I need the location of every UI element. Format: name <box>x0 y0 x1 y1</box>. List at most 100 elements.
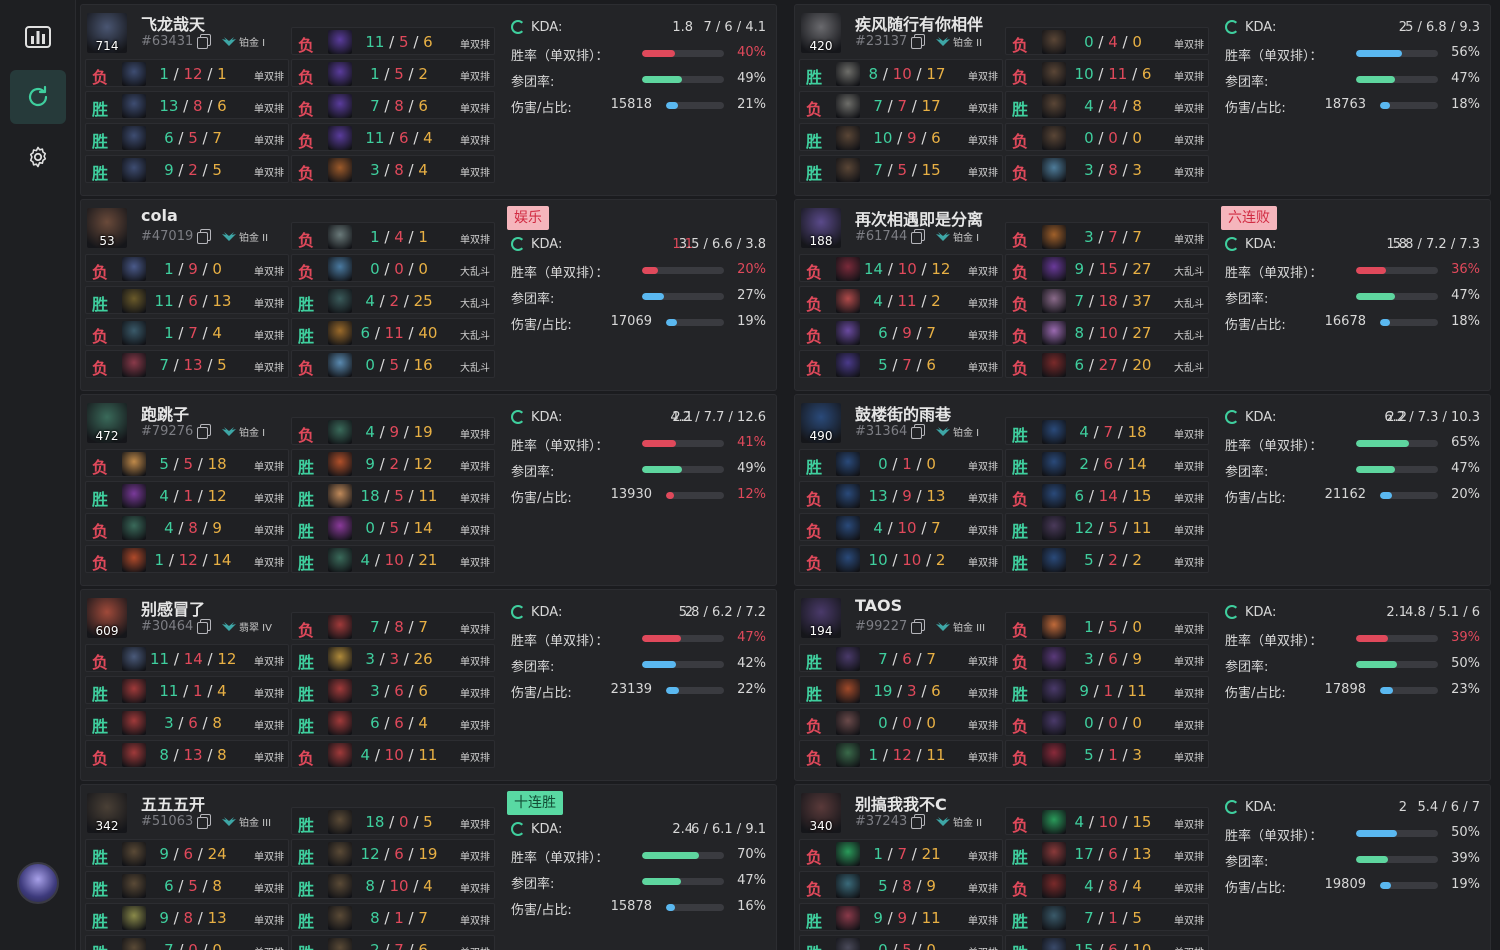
player-avatar[interactable]: 53 <box>87 208 127 248</box>
match-row[interactable]: 胜 9 / 2 / 12 单双排 <box>291 449 495 477</box>
match-row[interactable]: 负 1 / 12 / 11 单双排 <box>799 740 1003 768</box>
copy-icon[interactable] <box>197 424 211 439</box>
settings-button[interactable] <box>10 130 66 184</box>
player-avatar[interactable]: 472 <box>87 403 127 443</box>
match-row[interactable]: 负 7 / 7 / 17 单双排 <box>799 91 1003 119</box>
copy-icon[interactable] <box>197 229 211 244</box>
avatar[interactable] <box>17 862 59 904</box>
match-row[interactable]: 胜 6 / 5 / 8 单双排 <box>85 871 289 899</box>
match-row[interactable]: 负 0 / 5 / 16 大乱斗 <box>291 350 495 378</box>
copy-icon[interactable] <box>197 34 211 49</box>
match-row[interactable]: 负 0 / 0 / 0 单双排 <box>799 708 1003 736</box>
match-row[interactable]: 胜 2 / 7 / 6 单双排 <box>291 935 495 950</box>
match-row[interactable]: 胜 9 / 9 / 11 单双排 <box>799 903 1003 931</box>
match-row[interactable]: 胜 3 / 6 / 8 单双排 <box>85 708 289 736</box>
match-row[interactable]: 胜 19 / 3 / 6 单双排 <box>799 676 1003 704</box>
match-row[interactable]: 负 4 / 8 / 9 单双排 <box>85 513 289 541</box>
match-row[interactable]: 负 7 / 8 / 7 单双排 <box>291 612 495 640</box>
match-row[interactable]: 胜 13 / 8 / 6 单双排 <box>85 91 289 119</box>
match-row[interactable]: 负 5 / 8 / 9 单双排 <box>799 871 1003 899</box>
match-row[interactable]: 负 8 / 13 / 8 单双排 <box>85 740 289 768</box>
match-row[interactable]: 负 1 / 12 / 1 单双排 <box>85 59 289 87</box>
refresh-button[interactable] <box>10 70 66 124</box>
match-row[interactable]: 负 4 / 10 / 11 单双排 <box>291 740 495 768</box>
match-row[interactable]: 负 3 / 8 / 4 单双排 <box>291 155 495 183</box>
match-row[interactable]: 胜 4 / 10 / 21 单双排 <box>291 545 495 573</box>
match-row[interactable]: 负 1 / 5 / 0 单双排 <box>1005 612 1209 640</box>
match-row[interactable]: 胜 6 / 5 / 7 单双排 <box>85 123 289 151</box>
match-row[interactable]: 负 1 / 12 / 14 单双排 <box>85 545 289 573</box>
match-row[interactable]: 负 0 / 4 / 0 单双排 <box>1005 27 1209 55</box>
match-row[interactable]: 负 7 / 18 / 37 大乱斗 <box>1005 286 1209 314</box>
match-row[interactable]: 胜 7 / 1 / 5 单双排 <box>1005 903 1209 931</box>
match-row[interactable]: 负 13 / 9 / 13 单双排 <box>799 481 1003 509</box>
copy-icon[interactable] <box>197 619 211 634</box>
copy-icon[interactable] <box>911 229 925 244</box>
match-row[interactable]: 胜 4 / 2 / 25 大乱斗 <box>291 286 495 314</box>
match-row[interactable]: 负 11 / 5 / 6 单双排 <box>291 27 495 55</box>
match-row[interactable]: 胜 8 / 1 / 7 单双排 <box>291 903 495 931</box>
match-row[interactable]: 胜 8 / 10 / 4 单双排 <box>291 871 495 899</box>
match-row[interactable]: 负 14 / 10 / 12 单双排 <box>799 254 1003 282</box>
match-row[interactable]: 胜 12 / 5 / 11 单双排 <box>1005 513 1209 541</box>
match-row[interactable]: 胜 4 / 1 / 12 单双排 <box>85 481 289 509</box>
match-row[interactable]: 胜 4 / 7 / 18 单双排 <box>1005 417 1209 445</box>
stats-button[interactable] <box>10 10 66 64</box>
match-row[interactable]: 负 7 / 8 / 6 单双排 <box>291 91 495 119</box>
match-row[interactable]: 胜 11 / 1 / 4 单双排 <box>85 676 289 704</box>
match-row[interactable]: 胜 17 / 6 / 13 单双排 <box>1005 839 1209 867</box>
match-row[interactable]: 负 3 / 8 / 3 单双排 <box>1005 155 1209 183</box>
match-row[interactable]: 负 3 / 7 / 7 单双排 <box>1005 222 1209 250</box>
player-avatar[interactable]: 188 <box>801 208 841 248</box>
match-row[interactable]: 胜 6 / 11 / 40 大乱斗 <box>291 318 495 346</box>
match-row[interactable]: 胜 5 / 2 / 2 单双排 <box>1005 545 1209 573</box>
match-row[interactable]: 负 4 / 10 / 7 单双排 <box>799 513 1003 541</box>
match-row[interactable]: 胜 7 / 6 / 7 单双排 <box>799 644 1003 672</box>
match-row[interactable]: 胜 12 / 6 / 19 单双排 <box>291 839 495 867</box>
match-row[interactable]: 负 9 / 15 / 27 大乱斗 <box>1005 254 1209 282</box>
match-row[interactable]: 负 4 / 9 / 19 单双排 <box>291 417 495 445</box>
player-avatar[interactable]: 490 <box>801 403 841 443</box>
match-row[interactable]: 负 6 / 27 / 20 大乱斗 <box>1005 350 1209 378</box>
match-row[interactable]: 胜 0 / 5 / 0 单双排 <box>799 935 1003 950</box>
match-row[interactable]: 负 4 / 8 / 4 单双排 <box>1005 871 1209 899</box>
match-row[interactable]: 负 0 / 0 / 0 单双排 <box>1005 123 1209 151</box>
match-row[interactable]: 胜 7 / 0 / 0 单双排 <box>85 935 289 950</box>
match-row[interactable]: 胜 10 / 9 / 6 单双排 <box>799 123 1003 151</box>
copy-icon[interactable] <box>911 424 925 439</box>
player-avatar[interactable]: 194 <box>801 598 841 638</box>
match-row[interactable]: 胜 6 / 6 / 4 单双排 <box>291 708 495 736</box>
match-row[interactable]: 负 11 / 14 / 12 单双排 <box>85 644 289 672</box>
match-row[interactable]: 胜 7 / 5 / 15 单双排 <box>799 155 1003 183</box>
copy-icon[interactable] <box>197 814 211 829</box>
match-row[interactable]: 负 0 / 0 / 0 大乱斗 <box>291 254 495 282</box>
match-row[interactable]: 负 5 / 1 / 3 单双排 <box>1005 740 1209 768</box>
match-row[interactable]: 胜 11 / 6 / 13 单双排 <box>85 286 289 314</box>
match-row[interactable]: 胜 18 / 0 / 5 单双排 <box>291 807 495 835</box>
match-row[interactable]: 负 6 / 9 / 7 单双排 <box>799 318 1003 346</box>
match-row[interactable]: 负 7 / 13 / 5 单双排 <box>85 350 289 378</box>
match-row[interactable]: 胜 0 / 1 / 0 单双排 <box>799 449 1003 477</box>
match-row[interactable]: 胜 4 / 4 / 8 单双排 <box>1005 91 1209 119</box>
match-row[interactable]: 胜 9 / 8 / 13 单双排 <box>85 903 289 931</box>
match-row[interactable]: 负 1 / 7 / 21 单双排 <box>799 839 1003 867</box>
match-row[interactable]: 负 4 / 10 / 15 单双排 <box>1005 807 1209 835</box>
match-row[interactable]: 负 1 / 9 / 0 单双排 <box>85 254 289 282</box>
player-avatar[interactable]: 340 <box>801 793 841 833</box>
match-row[interactable]: 负 4 / 11 / 2 单双排 <box>799 286 1003 314</box>
match-row[interactable]: 负 10 / 10 / 2 单双排 <box>799 545 1003 573</box>
match-row[interactable]: 负 1 / 4 / 1 单双排 <box>291 222 495 250</box>
match-row[interactable]: 负 10 / 11 / 6 单双排 <box>1005 59 1209 87</box>
match-row[interactable]: 负 1 / 5 / 2 单双排 <box>291 59 495 87</box>
match-row[interactable]: 负 3 / 6 / 9 单双排 <box>1005 644 1209 672</box>
match-row[interactable]: 胜 0 / 5 / 14 单双排 <box>291 513 495 541</box>
match-row[interactable]: 胜 3 / 3 / 26 单双排 <box>291 644 495 672</box>
match-row[interactable]: 胜 9 / 6 / 24 单双排 <box>85 839 289 867</box>
match-row[interactable]: 胜 15 / 6 / 10 单双排 <box>1005 935 1209 950</box>
match-row[interactable]: 负 1 / 7 / 4 单双排 <box>85 318 289 346</box>
copy-icon[interactable] <box>911 619 925 634</box>
copy-icon[interactable] <box>911 34 925 49</box>
match-row[interactable]: 负 5 / 7 / 6 单双排 <box>799 350 1003 378</box>
match-row[interactable]: 负 5 / 5 / 18 单双排 <box>85 449 289 477</box>
match-row[interactable]: 负 11 / 6 / 4 单双排 <box>291 123 495 151</box>
